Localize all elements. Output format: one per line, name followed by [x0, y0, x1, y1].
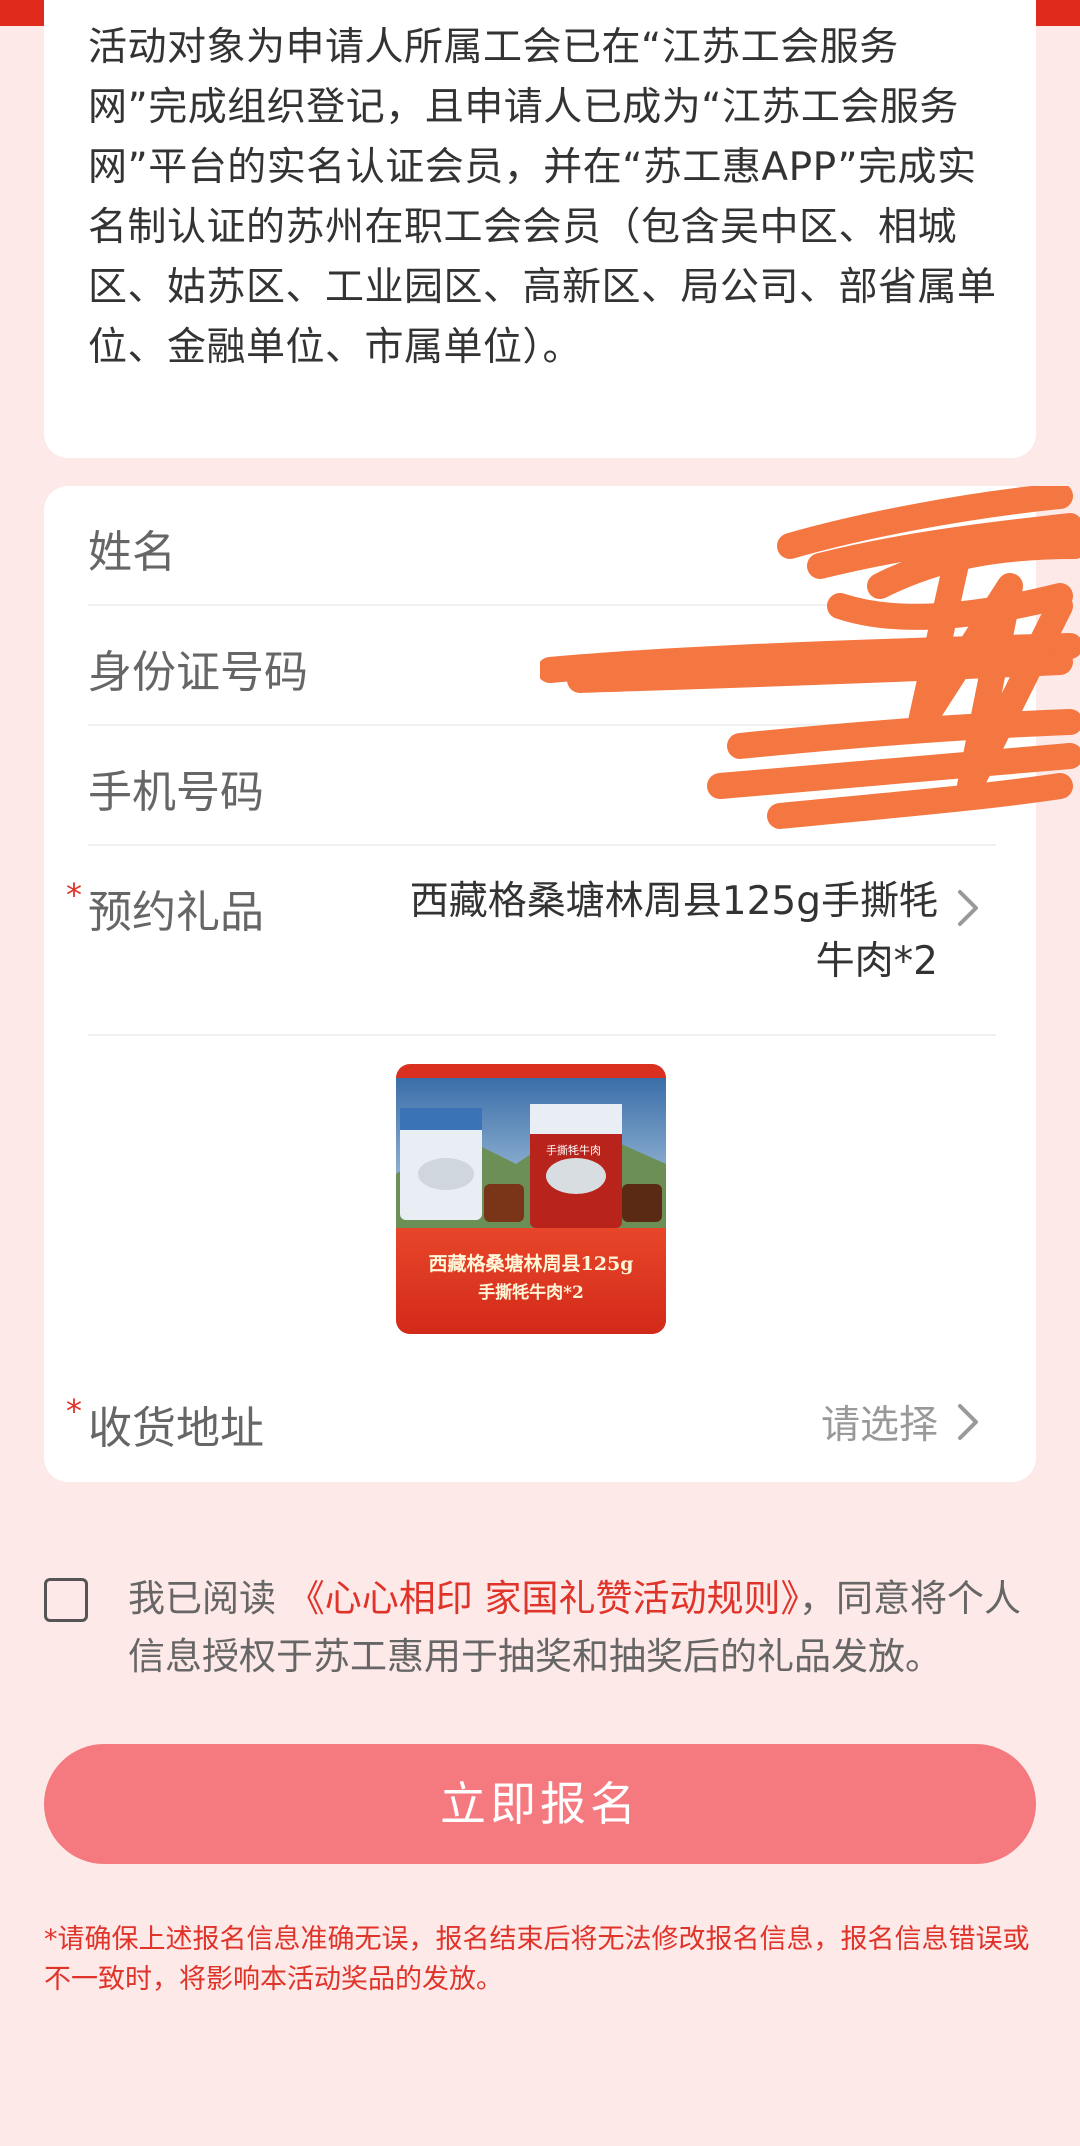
divider: [88, 1034, 996, 1036]
gift-label: 预约礼品: [88, 887, 264, 938]
address-placeholder: 请选择: [820, 1403, 938, 1448]
name-label: 姓名: [88, 527, 176, 578]
gift-value: 西藏格桑塘林周县125g手撕牦牛肉*2: [409, 879, 938, 984]
agreement-text: 我已阅读 《心心相印 家国礼赞活动规则》，同意将个人信息授权于苏工惠用于抽奖和抽…: [128, 1570, 1038, 1686]
required-mark: *: [66, 876, 82, 914]
svg-text:西藏格桑塘林周县125g: 西藏格桑塘林周县125g: [429, 1252, 634, 1275]
activity-description-text: 活动对象为申请人所属工会已在“江苏工会服务网”完成组织登记，且申请人已成为“江苏…: [88, 25, 997, 370]
activity-description-card: 活动对象为申请人所属工会已在“江苏工会服务网”完成组织登记，且申请人已成为“江苏…: [44, 0, 1036, 458]
register-now-button[interactable]: 立即报名: [44, 1744, 1036, 1864]
agreement-checkbox[interactable]: [44, 1578, 88, 1622]
redaction-scribble: [540, 486, 1080, 829]
notice-text: *请确保上述报名信息准确无误，报名结束后将无法修改报名信息，报名信息错误或不一致…: [44, 1924, 1030, 1995]
agreement-prefix: 我已阅读: [128, 1577, 276, 1620]
address-label: 收货地址: [88, 1403, 264, 1454]
agreement-section: 我已阅读 《心心相印 家国礼赞活动规则》，同意将个人信息授权于苏工惠用于抽奖和抽…: [44, 1570, 1036, 1700]
chevron-right-icon: [958, 1404, 978, 1440]
chevron-right-icon: [958, 890, 978, 926]
address-selector[interactable]: * 收货地址 请选择: [66, 1362, 996, 1482]
gift-product-image: 手撕牦牛肉 西藏格桑塘林周县125g 手撕牦牛肉*2: [396, 1064, 666, 1334]
activity-rules-link[interactable]: 《心心相印 家国礼赞活动规则》: [288, 1577, 799, 1620]
svg-text:手撕牦牛肉: 手撕牦牛肉: [546, 1143, 601, 1157]
id-number-label: 身份证号码: [88, 647, 308, 698]
required-mark: *: [66, 1392, 82, 1430]
svg-text:手撕牦牛肉*2: 手撕牦牛肉*2: [478, 1282, 584, 1303]
gift-selector[interactable]: * 预约礼品 西藏格桑塘林周县125g手撕牦牛肉*2: [66, 846, 996, 1026]
phone-label: 手机号码: [88, 767, 264, 818]
